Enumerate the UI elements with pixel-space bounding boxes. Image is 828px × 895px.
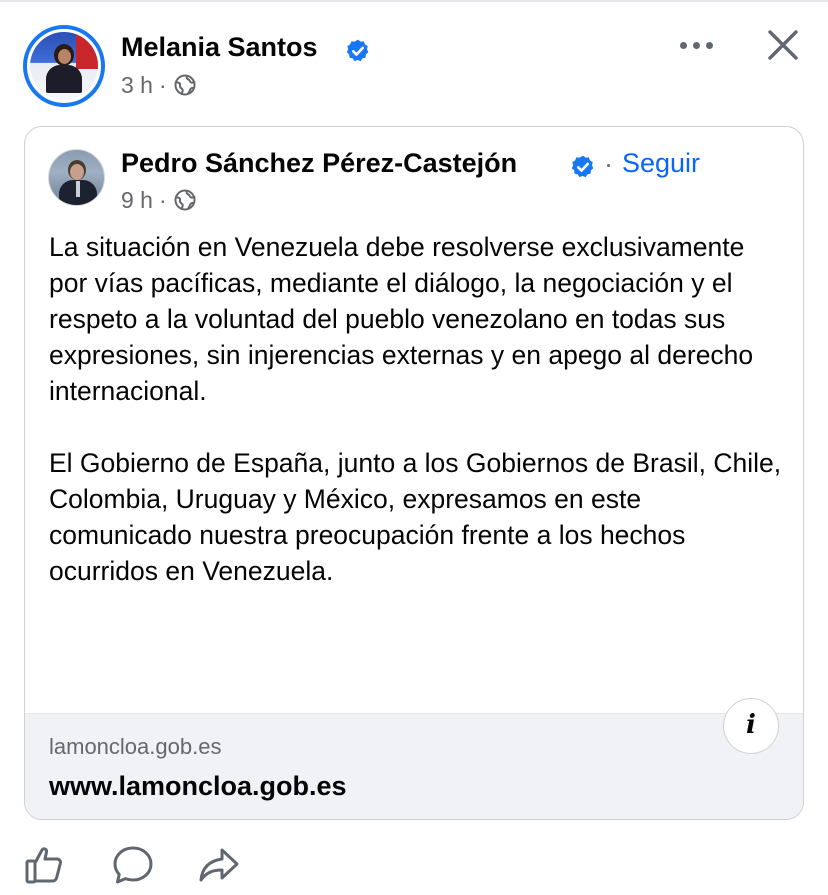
info-button[interactable]: i	[723, 698, 779, 754]
share-button[interactable]	[198, 844, 240, 891]
more-options-button[interactable]	[676, 34, 716, 56]
post-actions	[0, 836, 828, 895]
verified-badge-icon	[570, 154, 596, 185]
author-avatar[interactable]	[23, 25, 105, 107]
shared-author-name[interactable]: Pedro Sánchez Pérez-Castejón	[121, 148, 517, 179]
verified-badge-icon	[345, 38, 371, 69]
shared-post-card[interactable]: Pedro Sánchez Pérez-Castejón · Seguir 9 …	[24, 126, 804, 820]
follow-button[interactable]: Seguir	[622, 148, 700, 179]
link-title[interactable]: www.lamoncloa.gob.es	[49, 771, 347, 802]
like-button[interactable]	[24, 844, 66, 891]
share-icon	[199, 848, 239, 882]
globe-icon	[173, 188, 197, 218]
shared-post-text: La situación en Venezuela debe resolvers…	[49, 229, 789, 625]
post-paragraph: La situación en Venezuela debe resolvers…	[49, 232, 754, 406]
comment-button[interactable]	[112, 844, 154, 891]
close-icon	[768, 30, 798, 60]
post-meta: 3 h ·	[121, 72, 197, 103]
author-name[interactable]: Melania Santos	[121, 32, 318, 63]
close-button[interactable]	[765, 27, 801, 63]
follow-separator: ·	[604, 149, 613, 179]
comment-icon	[113, 846, 153, 884]
link-domain: lamoncloa.gob.es	[49, 734, 222, 759]
shared-author-avatar[interactable]	[48, 149, 105, 206]
meta-separator: ·	[158, 187, 167, 213]
author-avatar-image	[30, 32, 98, 100]
shared-post-meta: 9 h ·	[121, 187, 197, 218]
meta-separator: ·	[158, 72, 167, 98]
globe-icon	[173, 73, 197, 103]
like-icon	[25, 847, 62, 884]
shared-post-time[interactable]: 9 h	[121, 187, 153, 213]
post-time[interactable]: 3 h	[121, 72, 153, 98]
post-header: Melania Santos 3 h ·	[0, 0, 828, 120]
link-preview[interactable]: lamoncloa.gob.es www.lamoncloa.gob.es i	[25, 698, 803, 819]
post-paragraph: El Gobierno de España, junto a los Gobie…	[49, 448, 782, 586]
